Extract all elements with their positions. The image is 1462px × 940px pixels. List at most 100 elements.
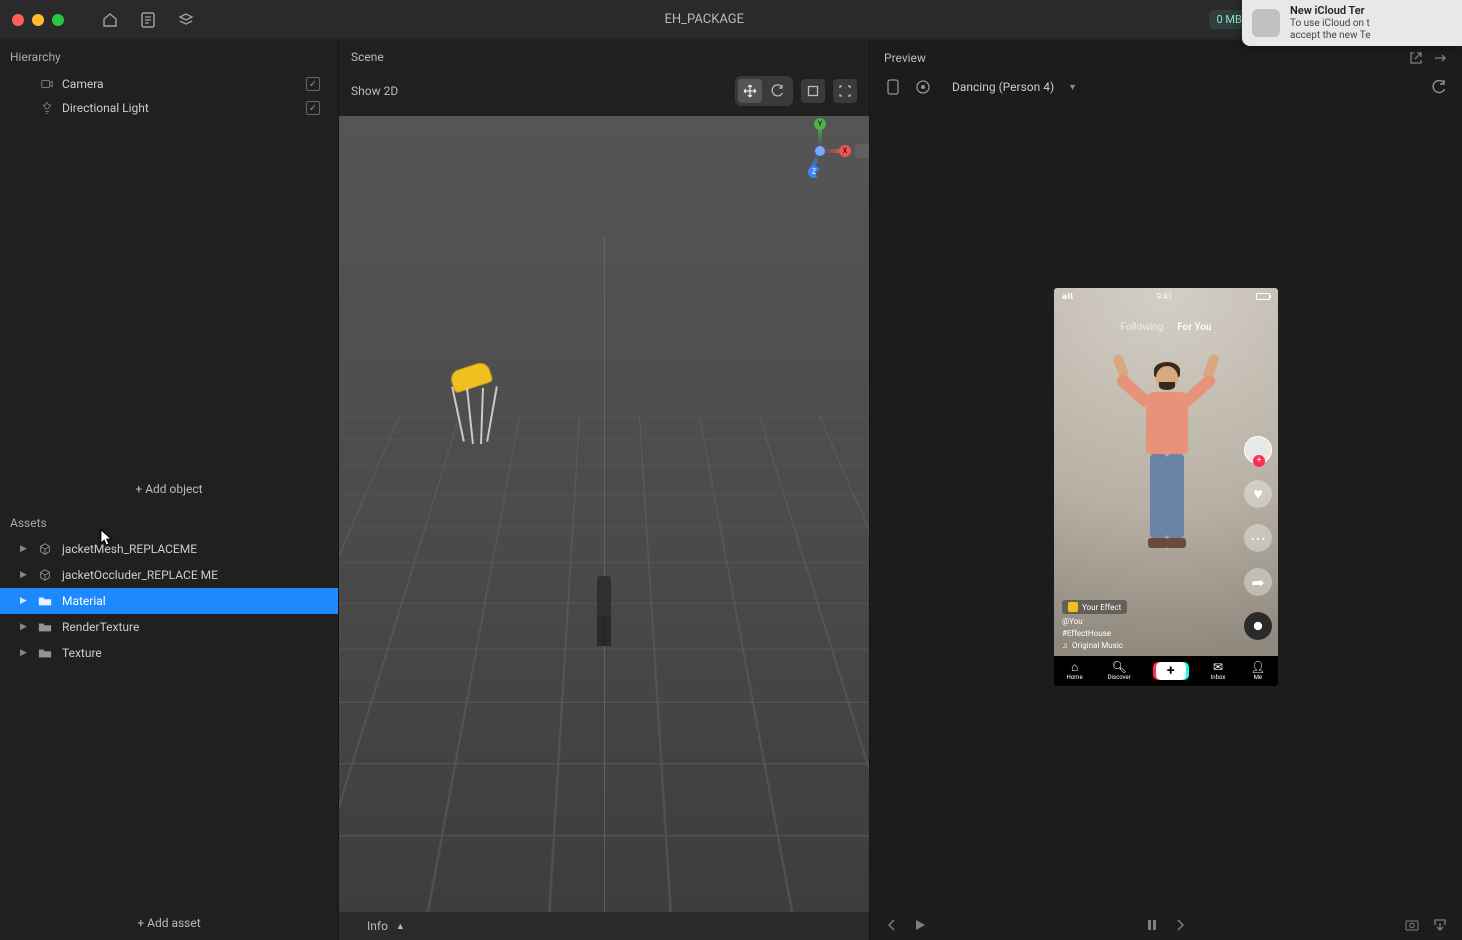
move-tool-button[interactable] <box>738 79 762 103</box>
share-button[interactable]: ➦ <box>1244 568 1272 596</box>
apple-icon <box>1252 9 1280 37</box>
nav-inbox[interactable]: ✉Inbox <box>1211 661 1226 681</box>
asset-item-label: Material <box>62 594 106 608</box>
asset-item-jacketmesh[interactable]: ▶ jacketMesh_REPLACEME <box>0 536 338 562</box>
chevron-right-icon[interactable]: ▶ <box>20 596 28 606</box>
follow-plus-icon[interactable]: + <box>1253 455 1265 467</box>
battery-icon <box>1256 293 1270 300</box>
hierarchy-list: Camera Directional Light <box>0 72 338 472</box>
asset-item-label: jacketOccluder_REPLACE ME <box>62 568 218 582</box>
comment-button[interactable]: ⋯ <box>1244 524 1272 552</box>
gizmo-y-axis[interactable]: Y <box>814 118 826 130</box>
rotate-tool-button[interactable] <box>766 79 790 103</box>
scene-header: Scene <box>339 40 869 70</box>
asset-item-jacketoccluder[interactable]: ▶ jacketOccluder_REPLACE ME <box>0 562 338 588</box>
chevron-right-icon[interactable]: ▶ <box>20 570 28 580</box>
info-label: Info <box>367 919 388 933</box>
collapse-icon[interactable] <box>1432 50 1448 66</box>
gizmo-camera-icon[interactable] <box>855 144 869 158</box>
effect-icon <box>1068 602 1078 612</box>
visibility-checkbox[interactable] <box>306 101 320 115</box>
chevron-right-icon[interactable]: ▶ <box>20 544 28 554</box>
layers-icon[interactable] <box>172 6 200 34</box>
hierarchy-item-label: Directional Light <box>62 101 149 115</box>
export-icon[interactable] <box>1432 917 1448 933</box>
status-time: 9:41 <box>1073 292 1256 301</box>
like-button[interactable]: ♥ <box>1244 480 1272 508</box>
chevron-right-icon[interactable]: ▶ <box>20 622 28 632</box>
preview-controls: Dancing (Person 4) ▼ <box>870 70 1462 108</box>
transform-tools <box>735 76 793 106</box>
nav-discover[interactable]: 🔍︎Discover <box>1108 661 1131 681</box>
chevron-right-icon[interactable]: ▶ <box>20 648 28 658</box>
visibility-checkbox[interactable] <box>306 77 320 91</box>
signal-icon: 𝗮𝗹𝗹 <box>1062 292 1073 301</box>
refresh-icon[interactable] <box>1430 78 1448 96</box>
music-row[interactable]: ♫ Original Music <box>1062 641 1234 650</box>
preview-panel: Preview Dancing (Person 4) ▼ 𝗮𝗹𝗹 9:41 <box>870 40 1462 940</box>
prev-icon[interactable] <box>884 917 900 933</box>
camera-icon <box>40 77 54 91</box>
frame-tool-button[interactable] <box>833 79 857 103</box>
pause-icon[interactable] <box>1144 917 1160 933</box>
preview-header: Preview <box>884 51 926 65</box>
add-object-button[interactable]: + Add object <box>0 472 338 506</box>
profile-icon: 👤︎ <box>1250 661 1265 673</box>
center-axis-line <box>604 236 605 912</box>
folder-icon <box>38 594 52 608</box>
asset-item-material[interactable]: ▶ Material <box>0 588 338 614</box>
scene-object-jellyfish[interactable] <box>439 366 509 476</box>
info-bar[interactable]: Info ▲ <box>339 912 869 940</box>
music-disc-icon[interactable] <box>1244 612 1272 640</box>
username[interactable]: @You <box>1062 617 1234 626</box>
notification-title: New iCloud Ter <box>1290 4 1371 17</box>
phone-preview[interactable]: 𝗮𝗹𝗹 9:41 Following For You <box>1054 288 1278 686</box>
preview-stage: 𝗮𝗹𝗹 9:41 Following For You <box>870 108 1462 910</box>
hashtag[interactable]: #EffectHouse <box>1062 629 1234 638</box>
device-icon[interactable] <box>884 78 902 96</box>
gizmo-x-axis[interactable]: X <box>839 145 851 157</box>
hierarchy-item-label: Camera <box>62 77 104 91</box>
folder-icon <box>38 620 52 634</box>
gizmo-neg-y[interactable] <box>816 170 824 178</box>
tab-foryou[interactable]: For You <box>1177 322 1211 333</box>
next-icon[interactable] <box>1172 917 1188 933</box>
nav-me[interactable]: 👤︎Me <box>1250 661 1265 681</box>
notification-text: New iCloud Ter To use iCloud on t accept… <box>1290 4 1371 41</box>
home-icon[interactable] <box>96 6 124 34</box>
record-icon[interactable] <box>914 78 932 96</box>
project-title: EH_PACKAGE <box>210 12 1199 27</box>
scale-tool-button[interactable] <box>801 79 825 103</box>
window-controls <box>12 14 64 26</box>
preview-mode-dropdown[interactable]: Dancing (Person 4) ▼ <box>944 76 1085 98</box>
document-icon[interactable] <box>134 6 162 34</box>
phone-side-actions: + ♥ ⋯ ➦ <box>1244 436 1272 640</box>
tab-following[interactable]: Following <box>1121 322 1164 333</box>
scene-panel: Scene Show 2D <box>338 40 870 940</box>
viewport-3d[interactable]: Y X Z <box>339 116 869 912</box>
preview-bottom-bar <box>870 910 1462 940</box>
folder-icon <box>38 646 52 660</box>
search-icon: 🔍︎ <box>1112 661 1127 673</box>
hierarchy-item-camera[interactable]: Camera <box>0 72 338 96</box>
asset-item-texture[interactable]: ▶ Texture <box>0 640 338 666</box>
profile-avatar[interactable]: + <box>1244 436 1272 464</box>
hierarchy-item-light[interactable]: Directional Light <box>0 96 338 120</box>
phone-statusbar: 𝗮𝗹𝗹 9:41 <box>1054 292 1278 301</box>
asset-item-label: Texture <box>62 646 102 660</box>
mannequin[interactable] <box>597 576 611 646</box>
snapshot-icon[interactable] <box>1404 917 1420 933</box>
effect-badge[interactable]: Your Effect <box>1062 600 1127 614</box>
popout-icon[interactable] <box>1408 50 1424 66</box>
minimize-window-button[interactable] <box>32 14 44 26</box>
maximize-window-button[interactable] <box>52 14 64 26</box>
close-window-button[interactable] <box>12 14 24 26</box>
asset-item-rendertexture[interactable]: ▶ RenderTexture <box>0 614 338 640</box>
nav-home[interactable]: ⌂Home <box>1066 661 1082 681</box>
play-icon[interactable] <box>912 917 928 933</box>
show-2d-toggle[interactable]: Show 2D <box>351 84 398 98</box>
add-asset-button[interactable]: + Add asset <box>0 906 338 940</box>
system-notification[interactable]: New iCloud Ter To use iCloud on t accept… <box>1242 0 1462 46</box>
orientation-gizmo[interactable]: Y X Z <box>791 122 849 180</box>
nav-create-button[interactable]: + <box>1156 662 1186 680</box>
